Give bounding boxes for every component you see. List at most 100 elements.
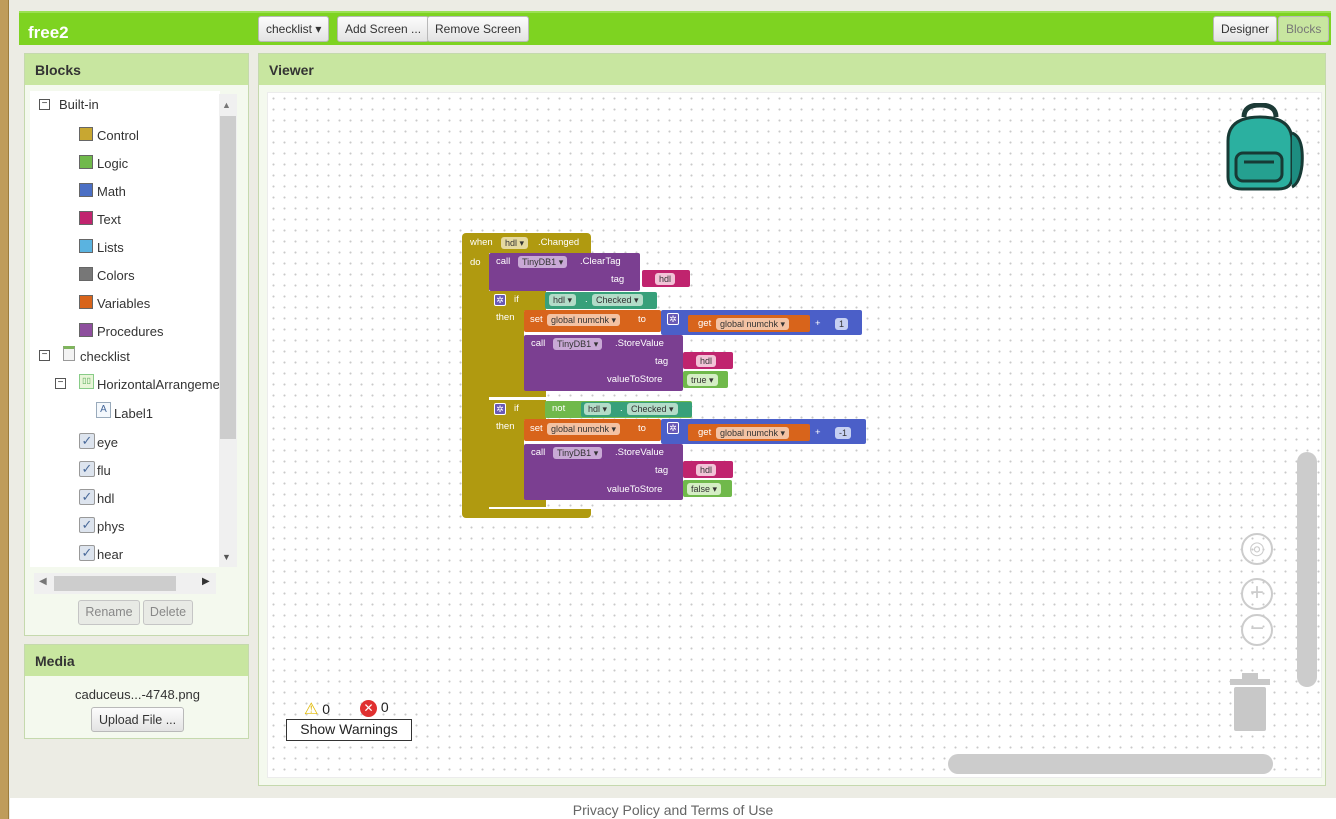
tinydb-dropdown[interactable]: TinyDB1 ▾: [518, 256, 568, 268]
checkbox-icon: ✓: [79, 545, 95, 561]
tree-item-phys[interactable]: phys: [97, 519, 124, 534]
rename-button[interactable]: Rename: [78, 600, 140, 625]
warning-icon: ⚠: [304, 701, 319, 718]
event-name: .Changed: [538, 237, 580, 248]
scroll-right-icon[interactable]: ▶: [202, 576, 210, 587]
designer-button[interactable]: Designer: [1213, 16, 1278, 42]
variable-dropdown[interactable]: global numchk ▾: [716, 318, 790, 330]
scroll-up-icon[interactable]: ▲: [222, 100, 231, 110]
zoom-in-icon[interactable]: +: [1241, 578, 1273, 610]
tree-item-procedures[interactable]: Procedures: [97, 324, 163, 339]
blocks-workspace[interactable]: when hdl ▾ .Changed do call TinyDB1 ▾ . C…: [267, 92, 1322, 778]
when-label: when: [470, 237, 493, 248]
vertical-scrollbar[interactable]: ▲ ▼: [219, 94, 237, 567]
valuetostore-label: valueToStore: [607, 374, 663, 385]
scroll-down-icon[interactable]: ▼: [222, 552, 231, 562]
scrollbar-thumb[interactable]: [220, 116, 236, 439]
tree-item-hdl[interactable]: hdl: [97, 491, 114, 506]
remove-screen-button[interactable]: Remove Screen: [427, 16, 530, 42]
boolean-value-true[interactable]: true ▾: [687, 374, 718, 386]
get-label: get: [698, 318, 712, 329]
boolean-value-false[interactable]: false ▾: [687, 483, 722, 495]
zoom-out-icon[interactable]: −: [1241, 614, 1273, 646]
tree-item-colors[interactable]: Colors: [97, 268, 135, 283]
trash-icon[interactable]: [1228, 671, 1272, 733]
delete-button[interactable]: Delete: [143, 600, 193, 625]
mutator-gear-icon[interactable]: ✲: [494, 294, 506, 306]
lists-swatch-icon: [79, 239, 93, 253]
mutator-gear-icon[interactable]: ✲: [667, 422, 679, 434]
blocks-tree: − Built-in Control Logic Math Text Lists Colo…: [30, 91, 220, 567]
checkbox-icon: ✓: [79, 461, 95, 477]
tree-item-eye[interactable]: eye: [97, 435, 118, 450]
property-dropdown[interactable]: Checked ▾: [592, 294, 643, 306]
collapse-icon[interactable]: −: [55, 378, 66, 389]
variable-dropdown[interactable]: global numchk ▾: [716, 427, 790, 439]
text-value[interactable]: hdl: [655, 273, 676, 285]
tree-item-variables[interactable]: Variables: [97, 296, 150, 311]
upload-file-button[interactable]: Upload File ...: [91, 707, 185, 732]
horizontal-scrollbar[interactable]: ◀ ▶: [34, 573, 216, 594]
workspace-horizontal-scrollbar[interactable]: [948, 754, 1273, 774]
text-value[interactable]: hdl: [696, 355, 717, 367]
media-panel: Media caduceus...-4748.png Upload File .…: [24, 644, 249, 739]
text-swatch-icon: [79, 211, 93, 225]
dot-label: .: [620, 403, 623, 414]
recenter-icon[interactable]: ◎: [1241, 533, 1273, 565]
show-warnings-button[interactable]: Show Warnings: [286, 719, 412, 741]
if-label: if: [514, 294, 519, 305]
screen-select-dropdown[interactable]: checklist ▾: [258, 16, 330, 42]
blocks-panel-title: Blocks: [25, 54, 248, 85]
tree-item-label1[interactable]: Label1: [114, 406, 153, 421]
tree-item-logic[interactable]: Logic: [97, 156, 128, 171]
event-block-footer: [462, 509, 591, 518]
tree-item-text[interactable]: Text: [97, 212, 121, 227]
call-label: call: [531, 338, 546, 349]
collapse-icon[interactable]: −: [39, 350, 50, 361]
number-value[interactable]: -1: [835, 427, 852, 439]
hscrollbar-thumb[interactable]: [54, 576, 176, 591]
tree-item-lists[interactable]: Lists: [97, 240, 124, 255]
math-swatch-icon: [79, 183, 93, 197]
do-label: do: [470, 257, 481, 268]
error-counter: ✕ 0: [360, 699, 389, 717]
tree-item-built-in[interactable]: Built-in: [59, 97, 99, 112]
component-dropdown[interactable]: hdl ▾: [549, 294, 577, 306]
media-file[interactable]: caduceus...-4748.png: [25, 687, 250, 702]
blocks-button[interactable]: Blocks: [1278, 16, 1330, 42]
tag-label: tag: [655, 465, 669, 476]
footer-link[interactable]: Privacy Policy and Terms of Use: [10, 798, 1336, 819]
get-label: get: [698, 427, 712, 438]
variable-dropdown[interactable]: global numchk ▾: [547, 314, 621, 326]
set-label: set: [530, 314, 543, 325]
tree-item-flu[interactable]: flu: [97, 463, 111, 478]
viewer-panel: Viewer when hdl ▾ .Changed do call TinyD…: [258, 53, 1326, 786]
mutator-gear-icon[interactable]: ✲: [494, 403, 506, 415]
scroll-left-icon[interactable]: ◀: [39, 576, 47, 587]
tree-item-hear[interactable]: hear: [97, 547, 123, 562]
tinydb-dropdown[interactable]: TinyDB1 ▾: [553, 447, 603, 459]
property-dropdown[interactable]: Checked ▾: [627, 403, 678, 415]
tree-item-math[interactable]: Math: [97, 184, 126, 199]
variable-dropdown[interactable]: global numchk ▾: [547, 423, 621, 435]
valuetostore-label: valueToStore: [607, 484, 663, 495]
to-label: to: [638, 314, 646, 325]
text-value[interactable]: hdl: [696, 464, 717, 476]
tinydb-dropdown[interactable]: TinyDB1 ▾: [553, 338, 603, 350]
component-dropdown[interactable]: hdl ▾: [584, 403, 612, 415]
collapse-icon[interactable]: −: [39, 99, 50, 110]
number-value[interactable]: 1: [835, 318, 849, 330]
event-block-body: [462, 253, 489, 511]
tree-item-control[interactable]: Control: [97, 128, 139, 143]
backpack-icon[interactable]: [1216, 103, 1306, 195]
tree-item-horizontal-arrangement[interactable]: HorizontalArrangeme: [97, 377, 220, 392]
tag-label: tag: [611, 274, 625, 285]
workspace-vertical-scrollbar[interactable]: [1297, 452, 1317, 687]
storevalue-method: .StoreValue: [615, 338, 664, 349]
component-dropdown[interactable]: hdl ▾: [501, 237, 529, 249]
add-screen-button[interactable]: Add Screen ...: [337, 16, 430, 42]
mutator-gear-icon[interactable]: ✲: [667, 313, 679, 325]
if-label: if: [514, 403, 519, 414]
app-name: free2: [28, 23, 69, 42]
tree-item-checklist[interactable]: checklist: [80, 349, 130, 364]
